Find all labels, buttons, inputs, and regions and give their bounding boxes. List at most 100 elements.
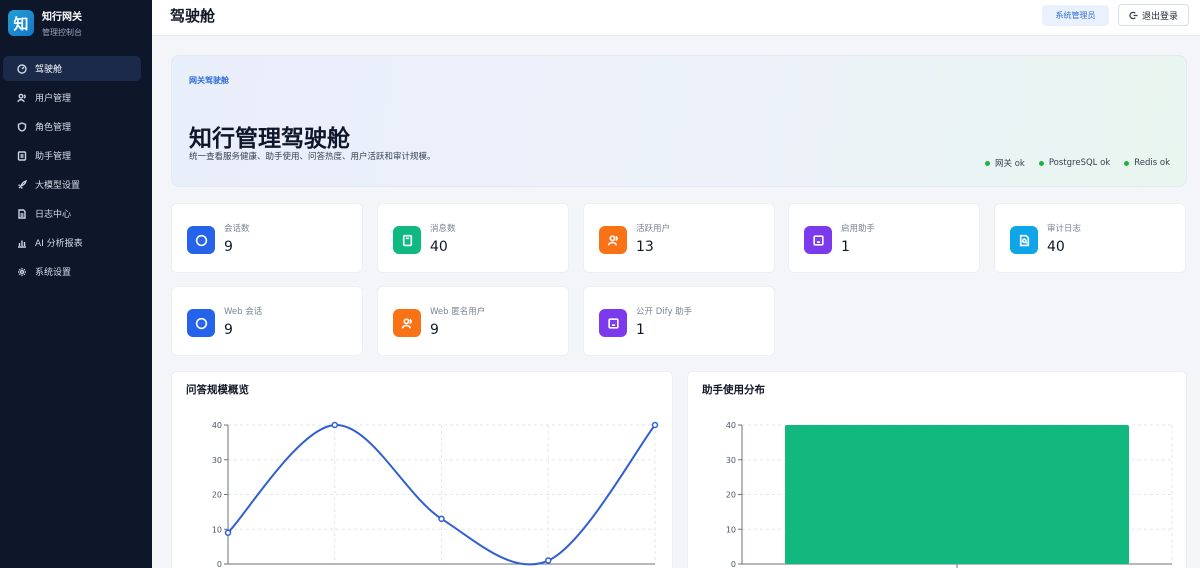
stat-card-audit-logs: 审计日志 40 (994, 203, 1186, 273)
status-gateway: 网关 ok (985, 157, 1025, 169)
dashboard-icon (15, 62, 29, 76)
sidebar-item-label: 用户管理 (35, 94, 72, 104)
y-tick-label: 30 (212, 456, 222, 465)
assistant-usage-chart-card: 助手使用分布 0 10 20 30 40 (687, 371, 1187, 568)
service-status-list: 网关 ok PostgreSQL ok Redis ok (985, 157, 1170, 169)
stat-value: 9 (430, 322, 439, 338)
status-dot-icon (1038, 160, 1044, 166)
sidebar-item-roles[interactable]: 角色管理 (3, 114, 141, 139)
sidebar-item-label: 助手管理 (35, 152, 72, 162)
stat-value: 1 (636, 322, 645, 338)
y-tick-label: 40 (726, 421, 736, 430)
stat-value: 9 (224, 239, 233, 255)
status-postgresql: PostgreSQL ok (1038, 157, 1111, 169)
qa-scale-chart-card: 问答规模概览 0 10 20 30 40 (171, 371, 673, 568)
data-point[interactable] (331, 421, 338, 429)
stat-label: Web 会话 (224, 307, 263, 317)
bar[interactable] (785, 425, 1129, 564)
stat-card-enabled-assistants: 启用助手 1 (788, 203, 980, 273)
y-tick-label: 30 (726, 456, 736, 465)
stat-card-public-dify-assistants: 公开 Dify 助手 1 (583, 286, 775, 356)
sidebar-item-dashboard[interactable]: 驾驶舱 (3, 56, 141, 81)
stat-card-messages: 消息数 40 (377, 203, 569, 273)
chat-icon (187, 226, 215, 254)
stat-label: 审计日志 (1047, 224, 1082, 234)
sidebar-item-label: 角色管理 (35, 123, 72, 133)
logout-button[interactable]: 退出登录 (1118, 4, 1189, 26)
stat-value: 40 (1047, 239, 1065, 255)
users-icon (15, 91, 29, 105)
topbar: 驾驶舱 系统管理员 退出登录 (152, 0, 1200, 36)
message-icon (393, 226, 421, 254)
sidebar-item-users[interactable]: 用户管理 (3, 85, 141, 110)
chat-icon (187, 309, 215, 337)
role-badge: 系统管理员 (1042, 5, 1109, 26)
stat-value: 1 (841, 239, 850, 255)
data-point[interactable] (224, 529, 232, 536)
sidebar-nav: 驾驶舱 用户管理 角色管理 助手管理 大模型设置 日志中心 AI 分析报表 系统… (0, 56, 152, 284)
y-tick-label: 40 (212, 421, 222, 430)
stat-label: 公开 Dify 助手 (636, 307, 693, 317)
assistant-icon (15, 149, 29, 163)
sidebar-item-settings[interactable]: 系统设置 (3, 259, 141, 284)
sidebar-item-label: AI 分析报表 (35, 239, 83, 249)
stat-label: 会话数 (224, 224, 250, 234)
hero-title: 知行管理驾驶舱 (189, 126, 350, 152)
sidebar-item-logs[interactable]: 日志中心 (3, 201, 141, 226)
status-dot-icon (1124, 160, 1130, 166)
data-point[interactable] (438, 515, 445, 523)
brand-title: 知行网关 (42, 12, 82, 23)
stat-label: Web 匿名用户 (430, 307, 486, 317)
status-text: 网关 ok (995, 159, 1025, 169)
line-chart: 0 10 20 30 40 (212, 421, 659, 568)
audit-icon (1010, 226, 1038, 254)
rocket-icon (15, 178, 29, 192)
data-point[interactable] (545, 557, 552, 564)
y-tick-label: 0 (217, 560, 222, 568)
brand-subtitle: 管理控制台 (42, 28, 82, 37)
document-icon (15, 207, 29, 221)
gear-icon (15, 265, 29, 279)
status-text: PostgreSQL ok (1048, 158, 1111, 168)
sidebar-item-label: 大模型设置 (35, 181, 81, 191)
status-dot-icon (985, 160, 991, 166)
stat-label: 活跃用户 (636, 224, 671, 234)
y-tick-label: 20 (212, 491, 222, 500)
status-redis: Redis ok (1124, 157, 1170, 169)
robot-icon (804, 226, 832, 254)
stat-card-active-users: 活跃用户 13 (583, 203, 775, 273)
stat-value: 9 (224, 322, 233, 338)
sidebar-item-label: 驾驶舱 (35, 65, 63, 75)
stat-label: 启用助手 (841, 224, 876, 234)
stat-card-web-anonymous-users: Web 匿名用户 9 (377, 286, 569, 356)
brand-logo: 知 (8, 10, 34, 36)
y-tick-label: 10 (726, 525, 736, 534)
hero-tag: 网关驾驶舱 (189, 76, 229, 85)
stat-card-conversations: 会话数 9 (171, 203, 363, 273)
y-tick-label: 10 (212, 525, 222, 534)
page-title: 驾驶舱 (170, 7, 216, 25)
stat-value: 13 (636, 239, 654, 255)
y-tick-label: 20 (726, 491, 736, 500)
y-tick-label: 0 (731, 560, 736, 568)
stat-value: 40 (430, 239, 448, 255)
sidebar-item-assistants[interactable]: 助手管理 (3, 143, 141, 168)
sidebar: 知 知行网关 管理控制台 驾驶舱 用户管理 角色管理 助手管理 大模型设置 日志… (0, 0, 152, 568)
sidebar-item-ai-reports[interactable]: AI 分析报表 (3, 230, 141, 255)
logout-label: 退出登录 (1141, 11, 1178, 22)
stat-label: 消息数 (430, 224, 456, 234)
status-text: Redis ok (1134, 158, 1170, 168)
bar-chart: 0 10 20 30 40 (726, 421, 1173, 568)
stat-card-web-conversations: Web 会话 9 (171, 286, 363, 356)
hero-description: 统一查看服务健康、助手使用、问答热度、用户活跃和审计规模。 (189, 152, 436, 162)
sidebar-item-label: 系统设置 (35, 268, 72, 278)
data-point[interactable] (651, 421, 659, 429)
sidebar-item-label: 日志中心 (35, 210, 72, 220)
sidebar-item-llm-settings[interactable]: 大模型设置 (3, 172, 141, 197)
shield-icon (15, 120, 29, 134)
logout-icon (1129, 11, 1138, 19)
bar-chart-icon (15, 236, 29, 250)
brand: 知 知行网关 管理控制台 (0, 0, 152, 46)
users-icon (599, 226, 627, 254)
users-icon (393, 309, 421, 337)
